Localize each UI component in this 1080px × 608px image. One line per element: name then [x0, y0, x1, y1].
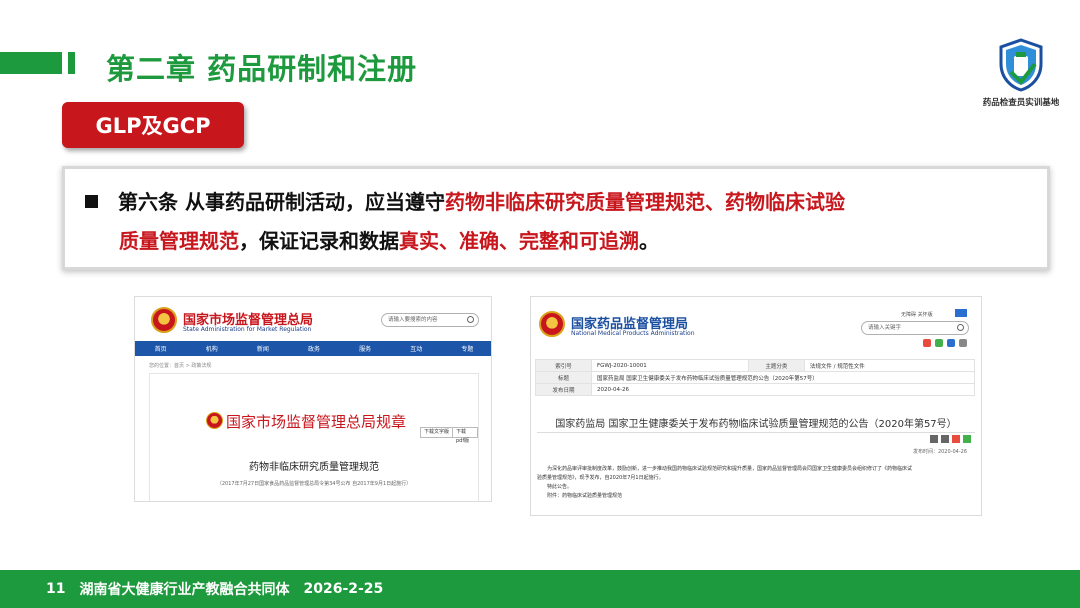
document-title: 药物非临床研究质量管理规范: [249, 462, 379, 473]
meta-label: 主题分类: [747, 359, 805, 372]
org-english-name: State Administration for Market Regulati…: [183, 326, 312, 333]
clause-box: 第六条 从事药品研制活动，应当遵守药物非临床研究质量管理规范、药物临床试验 质量…: [62, 166, 1050, 270]
clause-text: 第六条 从事药品研制活动，应当遵守: [118, 190, 445, 214]
nmpa-website-screenshot: 国家药品监督管理局 National Medical Products Admi…: [530, 296, 982, 516]
search-input[interactable]: 请输入关键字: [861, 321, 969, 335]
weibo-icon[interactable]: [923, 339, 931, 347]
meta-label: 索引号: [535, 359, 592, 372]
meta-value: 国家药监局 国家卫生健康委关于发布药物临床试验质量管理规范的公告（2020年第5…: [591, 371, 975, 384]
search-icon: [957, 324, 964, 331]
wechat-icon[interactable]: [963, 435, 971, 443]
org-english-name: National Medical Products Administration: [571, 330, 695, 337]
logo-caption: 药品检查员实训基地: [982, 98, 1060, 108]
announcement-body: 为深化药品审评审批制度改革，鼓励创新，进一步推动我国药物临床试验规范研究和提升质…: [537, 465, 977, 501]
nav-item[interactable]: 专题: [461, 344, 473, 353]
share-icons: [923, 339, 967, 347]
shield-icon: [999, 38, 1043, 92]
nav-item[interactable]: 机构: [206, 344, 218, 353]
breadcrumb: 您的位置：首页 > 政策法规: [149, 363, 212, 369]
clause-highlight: 真实、准确、完整和可追溯: [399, 229, 639, 253]
search-placeholder: 请输入关键字: [868, 325, 902, 331]
clause-highlight: 药物非临床研究质量管理规范、药物临床试验: [444, 190, 845, 214]
weibo-icon[interactable]: [952, 435, 960, 443]
wechat-icon[interactable]: [935, 339, 943, 347]
page-number: 11: [46, 581, 66, 597]
mobile-icon[interactable]: [947, 339, 955, 347]
announcement-title: 国家药监局 国家卫生健康委关于发布药物临床试验质量管理规范的公告（2020年第5…: [555, 419, 957, 430]
footer-bar: 11 湖南省大健康行业产教融合共同体 2026-2-25: [0, 570, 1080, 608]
clause-text: ，保证记录和数据: [239, 229, 399, 253]
attachment-link[interactable]: 附件：药物临床试验质量管理规范: [537, 492, 977, 501]
divider: [537, 432, 975, 433]
nav-item[interactable]: 首页: [155, 344, 167, 353]
regulation-card: 国家市场监督管理总局规章 下载文字版 下载pdf版 药物非临床研究质量管理规范 …: [149, 373, 479, 501]
search-input[interactable]: 请输入要搜索的内容: [381, 313, 479, 327]
print-icon[interactable]: [941, 435, 949, 443]
header-accent-tick: [68, 52, 75, 74]
clause-highlight: 质量管理规范: [119, 229, 239, 253]
nav-item[interactable]: 互动: [410, 344, 422, 353]
meta-value: 法规文件 / 规范性文件: [803, 359, 976, 372]
user-icon[interactable]: [959, 339, 967, 347]
document-meta-table: 索引号 FGWJ-2020-10001 主题分类 法规文件 / 规范性文件 标题…: [535, 359, 976, 396]
language-badge-icon[interactable]: [955, 309, 967, 317]
utility-links[interactable]: 无障碍 关怀版: [901, 311, 933, 318]
download-text-button[interactable]: 下载文字版: [420, 427, 454, 438]
footer-date: 2026-2-25: [303, 581, 384, 597]
download-icon[interactable]: [930, 435, 938, 443]
download-pdf-button[interactable]: 下载pdf版: [452, 427, 478, 444]
search-placeholder: 请输入要搜索的内容: [388, 317, 438, 323]
publish-date: 发布时间：2020-04-26: [912, 449, 967, 455]
meta-value: 2020-04-26: [591, 383, 975, 396]
square-bullet-icon: [85, 195, 98, 208]
national-emblem-icon: [206, 412, 223, 429]
clause-line-1: 第六条 从事药品研制活动，应当遵守药物非临床研究质量管理规范、药物临床试验: [85, 183, 1025, 222]
meta-label: 发布日期: [535, 383, 592, 396]
body-paragraph: 特此公告。: [547, 484, 573, 490]
footer-org: 湖南省大健康行业产教融合共同体: [79, 582, 290, 598]
page-title: 第二章 药品研制和注册: [106, 52, 418, 86]
nav-item[interactable]: 新闻: [257, 344, 269, 353]
nav-item[interactable]: 政务: [308, 344, 320, 353]
body-paragraph: 验质量管理规范》，现予发布，自2020年7月1日起施行。: [537, 475, 664, 481]
article-tools: [930, 435, 971, 443]
meta-label: 标题: [535, 371, 592, 384]
section-tag: GLP及GCP: [62, 102, 244, 148]
clause-text: 。: [639, 229, 659, 253]
clause-line-2: 质量管理规范，保证记录和数据真实、准确、完整和可追溯。: [85, 222, 1025, 261]
training-base-logo: 药品检查员实训基地: [980, 38, 1062, 114]
national-emblem-icon: [539, 311, 565, 337]
regulation-header: 国家市场监督管理总局规章: [226, 413, 407, 431]
search-icon: [467, 316, 474, 323]
main-nav: 首页 机构 新闻 政务 服务 互动 专题: [135, 341, 491, 356]
meta-value: FGWJ-2020-10001: [591, 359, 749, 372]
samr-website-screenshot: 国家市场监督管理总局 State Administration for Mark…: [134, 296, 492, 502]
document-subtitle: （2017年7月27日国家食品药品监督管理总局令第34号公布 自2017年9月1…: [216, 481, 412, 487]
national-emblem-icon: [151, 307, 177, 333]
nav-item[interactable]: 服务: [359, 344, 371, 353]
header-accent-bar: [0, 52, 62, 74]
body-paragraph: 为深化药品审评审批制度改革，鼓励创新，进一步推动我国药物临床试验规范研究和提升质…: [547, 466, 913, 472]
